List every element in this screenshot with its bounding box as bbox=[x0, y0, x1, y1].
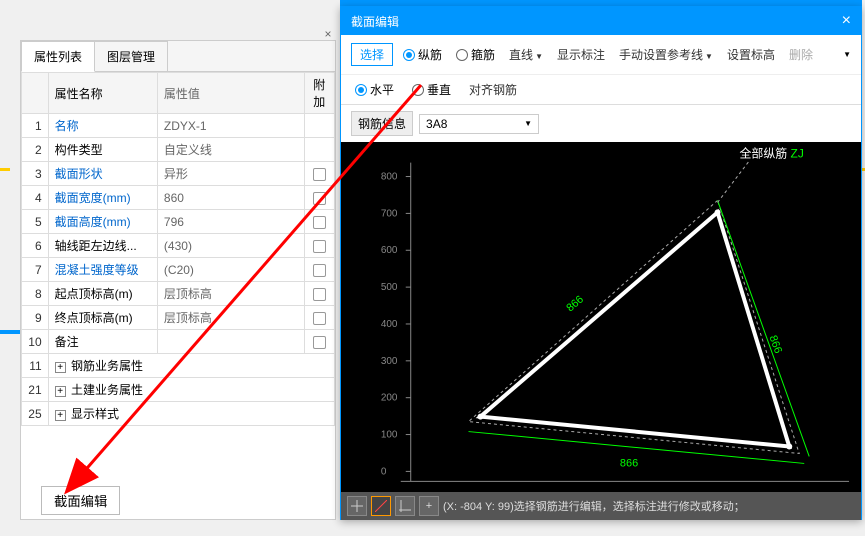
checkbox[interactable] bbox=[313, 192, 326, 205]
expand-icon[interactable]: + bbox=[55, 386, 66, 397]
close-icon[interactable]: × bbox=[842, 12, 851, 30]
properties-panel: × 属性列表 图层管理 属性名称 属性值 附加 1 名称 ZDYX-1 2 构件… bbox=[20, 40, 336, 520]
dim-label: 866 bbox=[620, 457, 638, 469]
checkbox[interactable] bbox=[313, 168, 326, 181]
section-canvas[interactable]: 0 100 200 300 400 500 600 700 800 866 866 866 全部… bbox=[341, 142, 861, 492]
checkbox[interactable] bbox=[313, 264, 326, 277]
radio-longitudinal[interactable]: 纵筋 bbox=[403, 46, 442, 63]
section-edit-button[interactable]: 截面编辑 bbox=[41, 486, 120, 515]
origin-icon[interactable] bbox=[347, 496, 367, 516]
checkbox[interactable] bbox=[313, 312, 326, 325]
radio-horizontal[interactable]: 水平 bbox=[355, 81, 394, 98]
svg-text:400: 400 bbox=[381, 319, 398, 330]
table-row[interactable]: 9 终点顶标高(m) 层顶标高 bbox=[22, 306, 335, 330]
chevron-down-icon[interactable]: ▼ bbox=[843, 50, 851, 59]
plus-icon[interactable]: + bbox=[419, 496, 439, 516]
rebar-info-select[interactable]: 3A8 ▼ bbox=[419, 114, 539, 134]
svg-text:500: 500 bbox=[381, 282, 398, 293]
checkbox[interactable] bbox=[313, 336, 326, 349]
table-row[interactable]: 1 名称 ZDYX-1 bbox=[22, 114, 335, 138]
chevron-down-icon: ▼ bbox=[705, 52, 713, 61]
properties-table: 属性名称 属性值 附加 1 名称 ZDYX-1 2 构件类型 自定义线 3 截面… bbox=[21, 72, 335, 426]
chevron-down-icon: ▼ bbox=[524, 119, 532, 128]
svg-text:300: 300 bbox=[381, 356, 398, 367]
checkbox[interactable] bbox=[313, 240, 326, 253]
line-dropdown[interactable]: 直线▼ bbox=[509, 46, 543, 63]
tab-layers[interactable]: 图层管理 bbox=[94, 41, 168, 71]
table-group-row[interactable]: 21 + 土建业务属性 bbox=[22, 378, 335, 402]
axis-icon[interactable] bbox=[395, 496, 415, 516]
manual-ref-dropdown[interactable]: 手动设置参考线▼ bbox=[619, 46, 713, 63]
set-elev-button[interactable]: 设置标高 bbox=[727, 46, 775, 63]
checkbox[interactable] bbox=[313, 288, 326, 301]
col-name: 属性名称 bbox=[48, 73, 157, 114]
table-row[interactable]: 4 截面宽度(mm) 860 bbox=[22, 186, 335, 210]
align-rebar-button[interactable]: 对齐钢筋 bbox=[469, 81, 517, 98]
show-dim-button[interactable]: 显示标注 bbox=[557, 46, 605, 63]
col-add: 附加 bbox=[304, 73, 334, 114]
svg-text:600: 600 bbox=[381, 245, 398, 256]
table-row[interactable]: 10 备注 bbox=[22, 330, 335, 354]
dim-label: 866 bbox=[564, 293, 586, 314]
svg-text:700: 700 bbox=[381, 208, 398, 219]
table-row[interactable]: 7 混凝土强度等级 (C20) bbox=[22, 258, 335, 282]
svg-text:100: 100 bbox=[381, 430, 398, 441]
dim-label: 866 bbox=[767, 334, 785, 355]
expand-icon[interactable]: + bbox=[55, 362, 66, 373]
dialog-toolbar: 选择 纵筋 箍筋 直线▼ 显示标注 手动设置参考线▼ 设置标高 删除 ▼ bbox=[341, 35, 861, 75]
diagonal-icon[interactable] bbox=[371, 496, 391, 516]
rebar-info-label: 钢筋信息 bbox=[351, 111, 413, 136]
table-row[interactable]: 8 起点顶标高(m) 层顶标高 bbox=[22, 282, 335, 306]
expand-icon[interactable]: + bbox=[55, 410, 66, 421]
rebar-info-row: 钢筋信息 3A8 ▼ bbox=[341, 105, 861, 142]
close-icon[interactable]: × bbox=[321, 27, 335, 41]
table-row[interactable]: 6 轴线距左边线... (430) bbox=[22, 234, 335, 258]
dialog-titlebar: 截面编辑 × bbox=[341, 7, 861, 35]
panel-tabs: 属性列表 图层管理 bbox=[21, 41, 335, 72]
dialog-title: 截面编辑 bbox=[351, 13, 399, 30]
section-edit-dialog: 截面编辑 × 选择 纵筋 箍筋 直线▼ 显示标注 手动设置参考线▼ 设置标高 删… bbox=[340, 6, 862, 520]
table-row[interactable]: 2 构件类型 自定义线 bbox=[22, 138, 335, 162]
table-group-row[interactable]: 25 + 显示样式 bbox=[22, 402, 335, 426]
col-value: 属性值 bbox=[157, 73, 304, 114]
radio-vertical[interactable]: 垂直 bbox=[412, 81, 451, 98]
svg-text:200: 200 bbox=[381, 393, 398, 404]
table-row[interactable]: 5 截面高度(mm) 796 bbox=[22, 210, 335, 234]
table-row[interactable]: 3 截面形状 异形 bbox=[22, 162, 335, 186]
delete-button[interactable]: 删除 bbox=[789, 46, 813, 63]
svg-text:全部纵筋 ZJ: 全部纵筋 ZJ bbox=[739, 146, 803, 161]
status-bar: + (X: -804 Y: 99)选择钢筋进行编辑，选择标注进行修改或移动； bbox=[341, 492, 861, 520]
svg-text:0: 0 bbox=[381, 466, 387, 477]
radio-stirrup[interactable]: 箍筋 bbox=[456, 46, 495, 63]
col-num bbox=[22, 73, 49, 114]
dialog-toolbar-2: 水平 垂直 对齐钢筋 bbox=[341, 75, 861, 105]
checkbox[interactable] bbox=[313, 216, 326, 229]
status-text: (X: -804 Y: 99)选择钢筋进行编辑，选择标注进行修改或移动； bbox=[443, 498, 745, 514]
tab-properties[interactable]: 属性列表 bbox=[21, 41, 95, 72]
select-button[interactable]: 选择 bbox=[351, 43, 393, 66]
svg-text:800: 800 bbox=[381, 172, 398, 183]
chevron-down-icon: ▼ bbox=[535, 52, 543, 61]
table-group-row[interactable]: 11 + 钢筋业务属性 bbox=[22, 354, 335, 378]
